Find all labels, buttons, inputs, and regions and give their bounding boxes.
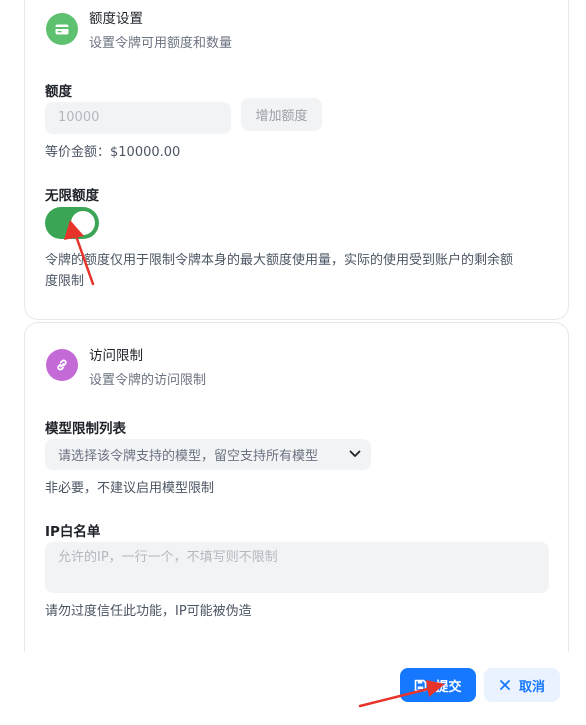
cancel-button[interactable]: 取消 (484, 668, 560, 702)
equivalent-amount: 等价金额：$10000.00 (45, 145, 181, 160)
access-restriction-card: 访问限制 设置令牌的访问限制 模型限制列表 请选择该令牌支持的模型，留空支持所有… (24, 322, 569, 652)
unlimited-hint-line2: 度限制 (45, 274, 85, 289)
unlimited-hint-line1: 令牌的额度仅用于限制令牌本身的最大额度使用量，实际的使用受到账户的剩余额 (45, 253, 514, 268)
cancel-label: 取消 (518, 679, 545, 695)
quota-label: 额度 (45, 84, 72, 100)
section-subtitle: 设置令牌可用额度和数量 (89, 36, 233, 51)
save-icon (415, 679, 427, 691)
section-subtitle: 设置令牌的访问限制 (89, 373, 207, 388)
model-limit-select[interactable]: 请选择该令牌支持的模型，留空支持所有模型 (45, 439, 371, 470)
model-limit-label: 模型限制列表 (45, 421, 126, 437)
ip-whitelist-label: IP白名单 (45, 524, 101, 540)
unlimited-quota-toggle[interactable] (45, 207, 99, 239)
unlimited-quota-label: 无限额度 (45, 188, 99, 204)
quota-input[interactable]: 10000 (45, 102, 231, 134)
credit-card-icon (46, 13, 78, 45)
section-title: 额度设置 (89, 11, 143, 27)
ip-whitelist-hint: 请勿过度信任此功能，IP可能被伪造 (45, 604, 252, 619)
section-title: 访问限制 (89, 348, 143, 364)
model-limit-hint: 非必要，不建议启用模型限制 (45, 481, 215, 496)
chevron-down-icon (349, 450, 361, 457)
submit-label: 提交 (435, 679, 462, 695)
submit-button[interactable]: 提交 (400, 668, 476, 702)
model-select-placeholder: 请选择该令牌支持的模型，留空支持所有模型 (58, 449, 319, 464)
link-icon (46, 349, 78, 381)
ip-whitelist-textarea[interactable]: 允许的IP，一行一个，不填写则不限制 (45, 542, 549, 593)
add-quota-button[interactable]: 增加额度 (241, 98, 322, 131)
close-icon (500, 680, 510, 690)
quota-settings-card: 额度设置 设置令牌可用额度和数量 额度 10000 增加额度 等价金额：$100… (24, 0, 569, 320)
toggle-knob (71, 211, 95, 235)
